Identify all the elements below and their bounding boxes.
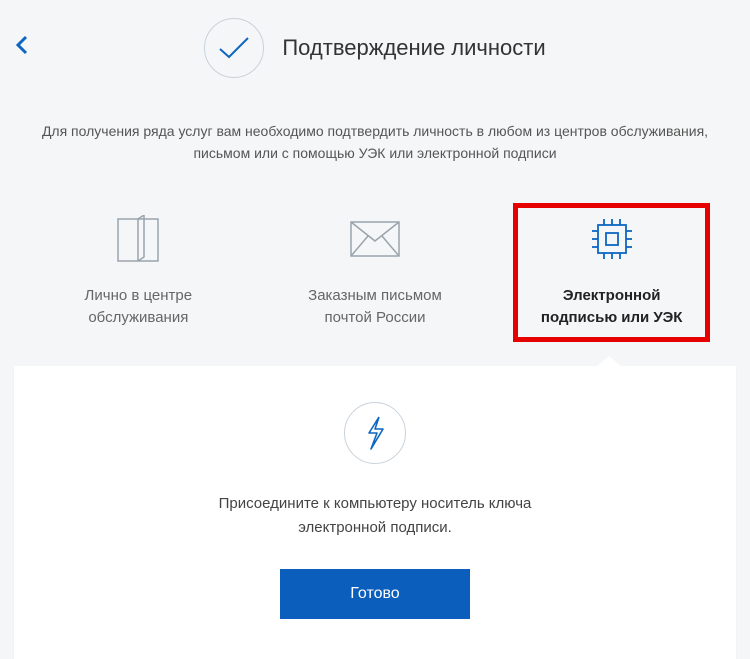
detail-card: Присоедините к компьютеру носитель ключа… <box>14 366 736 659</box>
ready-button[interactable]: Готово <box>280 569 469 619</box>
check-circle-icon <box>204 18 264 78</box>
subtitle-line1: Для получения ряда услуг вам необходимо … <box>42 123 708 139</box>
instruction-text: Присоедините к компьютеру носитель ключа… <box>44 492 706 539</box>
option-label: Электронной подписью или УЭК <box>518 285 705 329</box>
document-icon <box>44 211 233 267</box>
back-button[interactable] <box>15 35 29 60</box>
verification-options: Лично в центре обслуживания Заказным пис… <box>0 203 750 343</box>
option-mail[interactable]: Заказным письмом почтой России <box>277 203 474 343</box>
subtitle-line2: письмом или с помощью УЭК или электронно… <box>193 145 556 161</box>
subtitle-text: Для получения ряда услуг вам необходимо … <box>0 120 750 165</box>
chip-icon <box>518 211 705 267</box>
page-header: Подтверждение личности <box>0 0 750 78</box>
option-esignature[interactable]: Электронной подписью или УЭК <box>513 203 710 343</box>
chevron-left-icon <box>15 35 29 55</box>
option-label: Лично в центре обслуживания <box>44 285 233 329</box>
option-label: Заказным письмом почтой России <box>281 285 470 329</box>
option-in-person[interactable]: Лично в центре обслуживания <box>40 203 237 343</box>
page-title: Подтверждение личности <box>282 35 545 61</box>
lightning-icon <box>344 402 406 464</box>
envelope-icon <box>281 211 470 267</box>
